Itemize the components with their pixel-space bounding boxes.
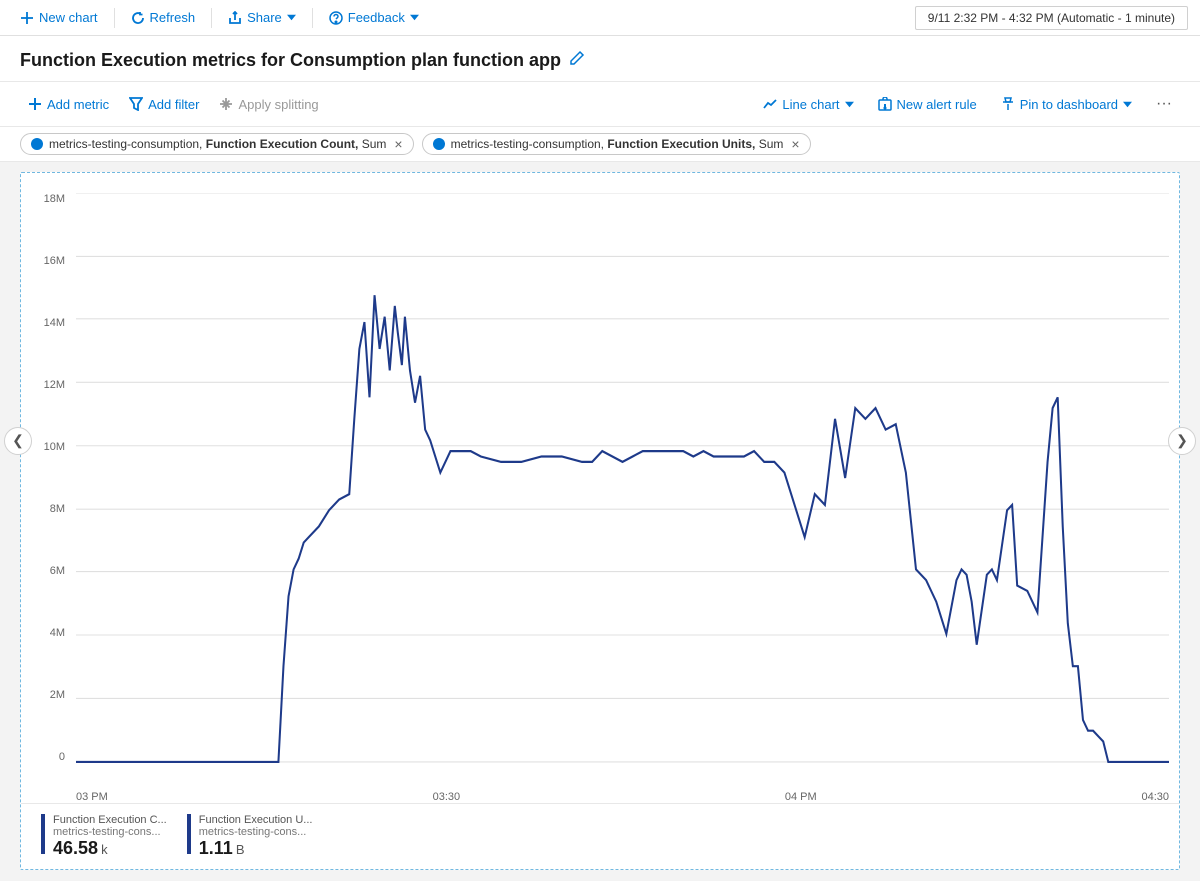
- legend-value-2: 1.11 B: [199, 838, 313, 859]
- time-range[interactable]: 9/11 2:32 PM - 4:32 PM (Automatic - 1 mi…: [915, 6, 1188, 30]
- x-label-0330: 03:30: [433, 791, 461, 803]
- feedback-button[interactable]: Feedback: [321, 5, 427, 30]
- chip-close-execution-units[interactable]: ×: [789, 137, 801, 151]
- new-chart-button[interactable]: New chart: [12, 5, 106, 30]
- chart-legend: Function Execution C... metrics-testing-…: [21, 803, 1179, 869]
- legend-item-execution-units: Function Execution U... metrics-testing-…: [187, 814, 313, 859]
- y-label-16m: 16M: [21, 255, 65, 267]
- x-label-03pm: 03 PM: [76, 791, 108, 803]
- chip-row: metrics-testing-consumption, Function Ex…: [0, 127, 1200, 162]
- add-metric-button[interactable]: Add metric: [20, 92, 117, 117]
- chip-text-2: metrics-testing-consumption, Function Ex…: [451, 137, 784, 151]
- chip-icon-execution-units: [433, 138, 445, 150]
- y-label-2m: 2M: [21, 689, 65, 701]
- chart-line: [76, 295, 1169, 762]
- chip-icon-execution-count: [31, 138, 43, 150]
- pin-to-dashboard-button[interactable]: Pin to dashboard: [993, 92, 1140, 117]
- legend-text-1: Function Execution C... metrics-testing-…: [53, 814, 167, 859]
- legend-value-1: 46.58 k: [53, 838, 167, 859]
- y-label-14m: 14M: [21, 317, 65, 329]
- feedback-label: Feedback: [348, 10, 405, 25]
- new-alert-rule-label: New alert rule: [897, 97, 977, 112]
- pin-to-dashboard-label: Pin to dashboard: [1020, 97, 1118, 112]
- refresh-button[interactable]: Refresh: [123, 5, 204, 30]
- apply-splitting-button[interactable]: Apply splitting: [211, 92, 326, 117]
- more-options-button[interactable]: ···: [1148, 90, 1180, 118]
- separator: [114, 8, 115, 28]
- y-label-8m: 8M: [21, 503, 65, 515]
- line-chart-label: Line chart: [782, 97, 839, 112]
- separator2: [211, 8, 212, 28]
- share-label: Share: [247, 10, 282, 25]
- metrics-toolbar: Add metric Add filter Apply splitting Li…: [0, 82, 1200, 127]
- legend-item-execution-count: Function Execution C... metrics-testing-…: [41, 814, 167, 859]
- share-button[interactable]: Share: [220, 5, 304, 30]
- legend-name-2: Function Execution U...: [199, 814, 313, 826]
- add-metric-label: Add metric: [47, 97, 109, 112]
- x-label-0430: 04:30: [1141, 791, 1169, 803]
- nav-arrow-right[interactable]: ❯: [1168, 427, 1196, 455]
- y-label-6m: 6M: [21, 565, 65, 577]
- y-axis-labels: 0 2M 4M 6M 8M 10M 12M 14M 16M 18M: [21, 193, 71, 763]
- edit-icon[interactable]: [569, 50, 585, 71]
- x-axis-labels: 03 PM 03:30 04 PM 04:30: [76, 791, 1169, 803]
- toolbar-left: Add metric Add filter Apply splitting: [20, 92, 327, 117]
- y-label-0: 0: [21, 751, 65, 763]
- chip-close-execution-count[interactable]: ×: [392, 137, 404, 151]
- chip-execution-units: metrics-testing-consumption, Function Ex…: [422, 133, 811, 155]
- toolbar-right: Line chart New alert rule Pin to dashboa…: [755, 90, 1180, 118]
- page-header: Function Execution metrics for Consumpti…: [0, 36, 1200, 82]
- apply-splitting-label: Apply splitting: [238, 97, 318, 112]
- legend-sub-1: metrics-testing-cons...: [53, 826, 167, 838]
- line-chart-button[interactable]: Line chart: [755, 92, 861, 117]
- legend-color-bar-1: [41, 814, 45, 854]
- y-label-18m: 18M: [21, 193, 65, 205]
- legend-sub-2: metrics-testing-cons...: [199, 826, 313, 838]
- line-chart-svg: [76, 193, 1169, 763]
- y-label-12m: 12M: [21, 379, 65, 391]
- new-alert-rule-button[interactable]: New alert rule: [870, 92, 985, 117]
- legend-color-bar-2: [187, 814, 191, 854]
- page-title: Function Execution metrics for Consumpti…: [20, 50, 1180, 71]
- x-label-04pm: 04 PM: [785, 791, 817, 803]
- y-label-4m: 4M: [21, 627, 65, 639]
- add-filter-button[interactable]: Add filter: [121, 92, 207, 117]
- nav-arrow-left[interactable]: ❮: [4, 427, 32, 455]
- new-chart-label: New chart: [39, 10, 98, 25]
- chip-execution-count: metrics-testing-consumption, Function Ex…: [20, 133, 414, 155]
- add-filter-label: Add filter: [148, 97, 199, 112]
- separator3: [312, 8, 313, 28]
- chart-area: 0 2M 4M 6M 8M 10M 12M 14M 16M 18M: [21, 183, 1179, 803]
- refresh-label: Refresh: [150, 10, 196, 25]
- legend-name-1: Function Execution C...: [53, 814, 167, 826]
- chart-container: 0 2M 4M 6M 8M 10M 12M 14M 16M 18M: [20, 172, 1180, 870]
- legend-text-2: Function Execution U... metrics-testing-…: [199, 814, 313, 859]
- chip-text-1: metrics-testing-consumption, Function Ex…: [49, 137, 386, 151]
- top-bar: New chart Refresh Share Feedback 9/11 2:…: [0, 0, 1200, 36]
- top-bar-left: New chart Refresh Share Feedback: [12, 5, 427, 30]
